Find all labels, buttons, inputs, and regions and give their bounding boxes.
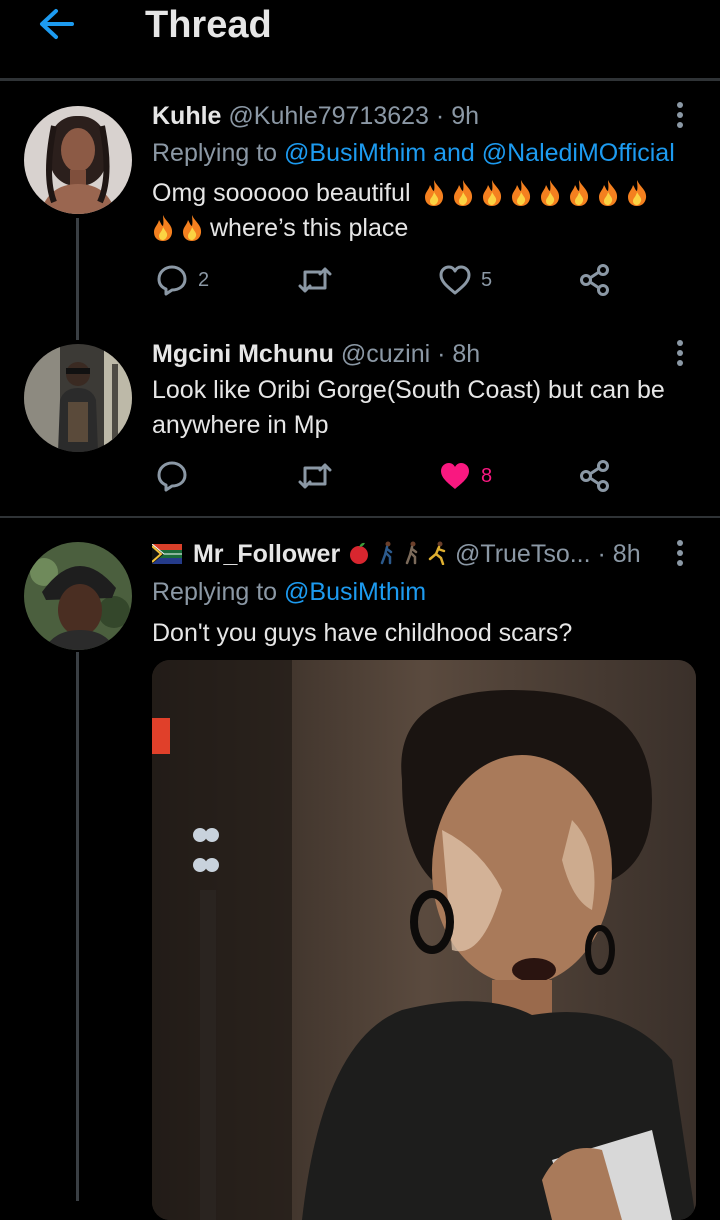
tweet-header: Mr_Follower @TrueTso... · 8h bbox=[151, 540, 641, 569]
fire-emoji-icon bbox=[628, 180, 647, 206]
avatar[interactable] bbox=[24, 542, 132, 650]
like-button[interactable]: 5 bbox=[439, 260, 492, 300]
tweet-text-line: where’s this place bbox=[210, 214, 409, 242]
tweet-header: Kuhle @Kuhle79713623 · 9h bbox=[152, 102, 479, 131]
author-handle[interactable]: @cuzini bbox=[341, 340, 430, 368]
header-divider bbox=[0, 78, 720, 81]
more-icon[interactable] bbox=[672, 340, 688, 372]
replying-to: Replying to @BusiMthim and @NalediMOffic… bbox=[152, 139, 675, 168]
retweet-button[interactable] bbox=[298, 456, 332, 496]
reply-icon bbox=[157, 461, 187, 492]
author-name[interactable]: Mgcini Mchunu bbox=[152, 340, 334, 368]
tweet-actions: 8 bbox=[152, 456, 622, 496]
tweet-time: · 9h bbox=[435, 102, 480, 130]
replying-prefix: Replying to bbox=[152, 139, 278, 167]
retweet-icon bbox=[298, 267, 332, 293]
running-icon bbox=[428, 541, 446, 566]
fire-emoji-icon bbox=[483, 180, 502, 206]
retweet-button[interactable] bbox=[298, 260, 332, 300]
tweet-time: · 8h bbox=[597, 540, 641, 568]
fire-emoji-icon bbox=[425, 180, 444, 206]
replying-to: Replying to @BusiMthim bbox=[152, 578, 426, 607]
tweet-text-line: Omg soooooo beautiful bbox=[152, 179, 411, 207]
mention-link[interactable]: @BusiMthim bbox=[284, 139, 426, 167]
thread-line bbox=[76, 218, 79, 340]
mention-link[interactable]: @NalediMOfficial bbox=[482, 139, 675, 167]
fire-emoji-icon bbox=[154, 215, 173, 241]
fire-emoji-icon bbox=[512, 180, 531, 206]
reply-icon bbox=[157, 265, 187, 296]
tweet-text: Look like Oribi Gorge(South Coast) but c… bbox=[152, 376, 665, 439]
tweet-media-image[interactable] bbox=[152, 660, 696, 1220]
tweet-actions: 2 5 bbox=[152, 260, 622, 300]
share-icon bbox=[580, 460, 609, 492]
flag-icon bbox=[151, 543, 182, 564]
back-arrow-icon[interactable] bbox=[36, 6, 76, 42]
like-count: 5 bbox=[481, 268, 493, 291]
avatar[interactable] bbox=[24, 106, 132, 214]
reply-button[interactable] bbox=[156, 456, 188, 496]
author-handle[interactable]: @TrueTso... bbox=[455, 540, 591, 568]
like-icon bbox=[439, 265, 471, 295]
replying-and: and bbox=[433, 139, 475, 167]
author-name[interactable]: Kuhle bbox=[152, 102, 221, 130]
fire-emoji-icon bbox=[599, 180, 618, 206]
like-count: 8 bbox=[481, 464, 493, 487]
tweet-divider bbox=[0, 516, 720, 518]
walking-icon bbox=[380, 541, 393, 565]
thread-line bbox=[76, 652, 79, 1201]
share-icon bbox=[580, 264, 609, 296]
walking-icon bbox=[405, 541, 418, 565]
more-icon[interactable] bbox=[672, 102, 688, 134]
author-handle[interactable]: @Kuhle79713623 bbox=[228, 102, 429, 130]
retweet-icon bbox=[298, 463, 332, 489]
fire-emoji-group bbox=[423, 179, 655, 207]
page-title: Thread bbox=[145, 4, 272, 46]
like-button[interactable]: 8 bbox=[439, 456, 492, 496]
apple-icon bbox=[350, 542, 369, 564]
avatar[interactable] bbox=[24, 344, 132, 452]
share-button[interactable] bbox=[579, 260, 611, 300]
fire-emoji-icon bbox=[541, 180, 560, 206]
like-icon bbox=[441, 463, 469, 489]
tweet-text: Omg soooooo beautiful where’s this place bbox=[152, 176, 692, 246]
reply-button[interactable]: 2 bbox=[156, 260, 209, 300]
author-name[interactable]: Mr_Follower bbox=[193, 540, 340, 568]
replying-prefix: Replying to bbox=[152, 578, 278, 606]
fire-emoji-icon bbox=[570, 180, 589, 206]
tweet-header: Mgcini Mchunu @cuzini · 8h bbox=[152, 340, 480, 369]
reply-count: 2 bbox=[198, 268, 210, 291]
tweet-text: Don't you guys have childhood scars? bbox=[152, 619, 573, 647]
share-button[interactable] bbox=[579, 456, 611, 496]
fire-emoji-icon bbox=[454, 180, 473, 206]
mention-link[interactable]: @BusiMthim bbox=[284, 578, 426, 606]
more-icon[interactable] bbox=[672, 540, 688, 572]
fire-emoji-icon bbox=[183, 215, 202, 241]
tweet-time: · 8h bbox=[437, 340, 481, 368]
top-bar: Thread bbox=[0, 0, 720, 78]
